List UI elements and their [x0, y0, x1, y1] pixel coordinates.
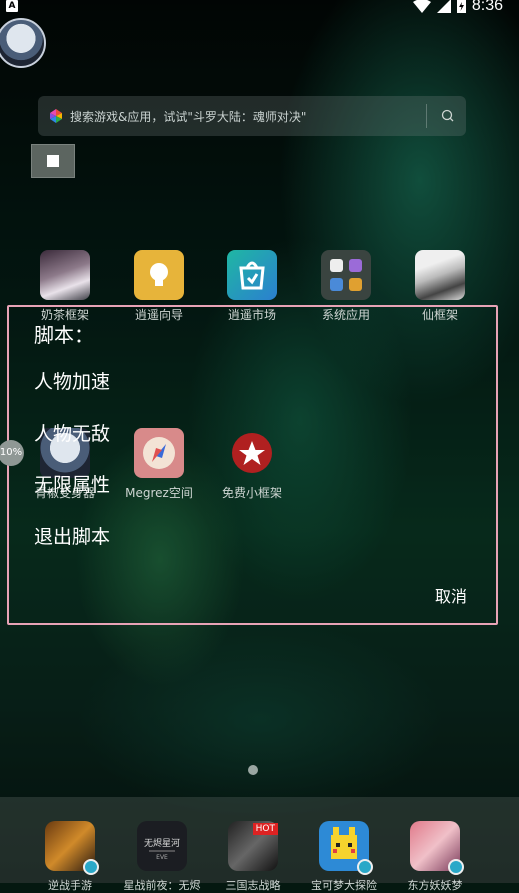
stop-icon	[47, 155, 59, 167]
dock-label: 东方妖妖梦	[407, 879, 463, 892]
menu-item-speed[interactable]: 人物加速	[34, 367, 110, 394]
badge-icon	[83, 859, 99, 875]
dock-label: 三国志战略	[225, 879, 281, 892]
page-indicator	[248, 765, 258, 775]
dock-app-5[interactable]: 东方妖妖梦	[390, 821, 480, 893]
anime-sketch-icon	[415, 250, 465, 300]
badge-icon	[357, 859, 373, 875]
dialog-title: 脚本：	[34, 323, 94, 347]
app-logo-icon	[50, 109, 62, 123]
anime-girl-icon	[410, 821, 464, 875]
battery-icon	[456, 0, 466, 13]
search-placeholder: 搜索游戏&应用，试试"斗罗大陆：魂师对决"	[70, 110, 307, 124]
svg-text:无烬星河: 无烬星河	[144, 837, 180, 849]
svg-text:EVE: EVE	[156, 854, 168, 861]
dock-app-2[interactable]: 无烬星河 EVE 星战前夜：无烬	[117, 821, 207, 893]
wifi-icon	[412, 0, 431, 13]
badge-icon	[448, 859, 464, 875]
script-menu-dialog: 脚本： 人物加速 人物无敌 无限属性 退出脚本 取消	[7, 305, 498, 625]
eve-logo-icon: 无烬星河 EVE	[137, 821, 187, 871]
dock-label: 星战前夜：无烬	[123, 879, 201, 892]
search-icon[interactable]	[438, 106, 458, 126]
dock: 逆战手游 无烬星河 EVE 星战前夜：无烬 HOT 三国志战略 宝可梦大探险 东方…	[0, 797, 519, 892]
dock-app-1[interactable]: 逆战手游	[25, 821, 115, 893]
clock: 8:36	[471, 0, 503, 14]
folder-icon	[321, 250, 371, 300]
game-emblem-icon	[45, 821, 99, 875]
anime-character-icon	[40, 250, 90, 300]
hot-badge: HOT	[252, 823, 278, 835]
notification-icon: A	[6, 0, 18, 12]
lightbulb-icon	[134, 250, 184, 300]
pikachu-icon	[319, 821, 373, 875]
dock-app-3[interactable]: HOT 三国志战略	[208, 821, 298, 893]
menu-item-exit-script[interactable]: 退出脚本	[34, 522, 110, 549]
search-divider	[426, 104, 427, 128]
status-icons: 8:36	[412, 0, 503, 15]
menu-item-infinite-stats[interactable]: 无限属性	[34, 470, 110, 497]
hot-game-icon: HOT	[228, 821, 278, 871]
signal-icon	[436, 0, 451, 13]
dock-app-4[interactable]: 宝可梦大探险	[299, 821, 389, 893]
menu-item-invincible[interactable]: 人物无敌	[34, 419, 110, 446]
cancel-button[interactable]: 取消	[435, 583, 467, 607]
store-bag-icon	[227, 250, 277, 300]
search-bar[interactable]: 搜索游戏&应用，试试"斗罗大陆：魂师对决"	[38, 96, 466, 136]
stop-button[interactable]	[31, 144, 75, 178]
status-bar: A 8:36	[0, 0, 519, 16]
dock-label: 宝可梦大探险	[311, 879, 377, 892]
dock-label: 逆战手游	[48, 879, 92, 892]
